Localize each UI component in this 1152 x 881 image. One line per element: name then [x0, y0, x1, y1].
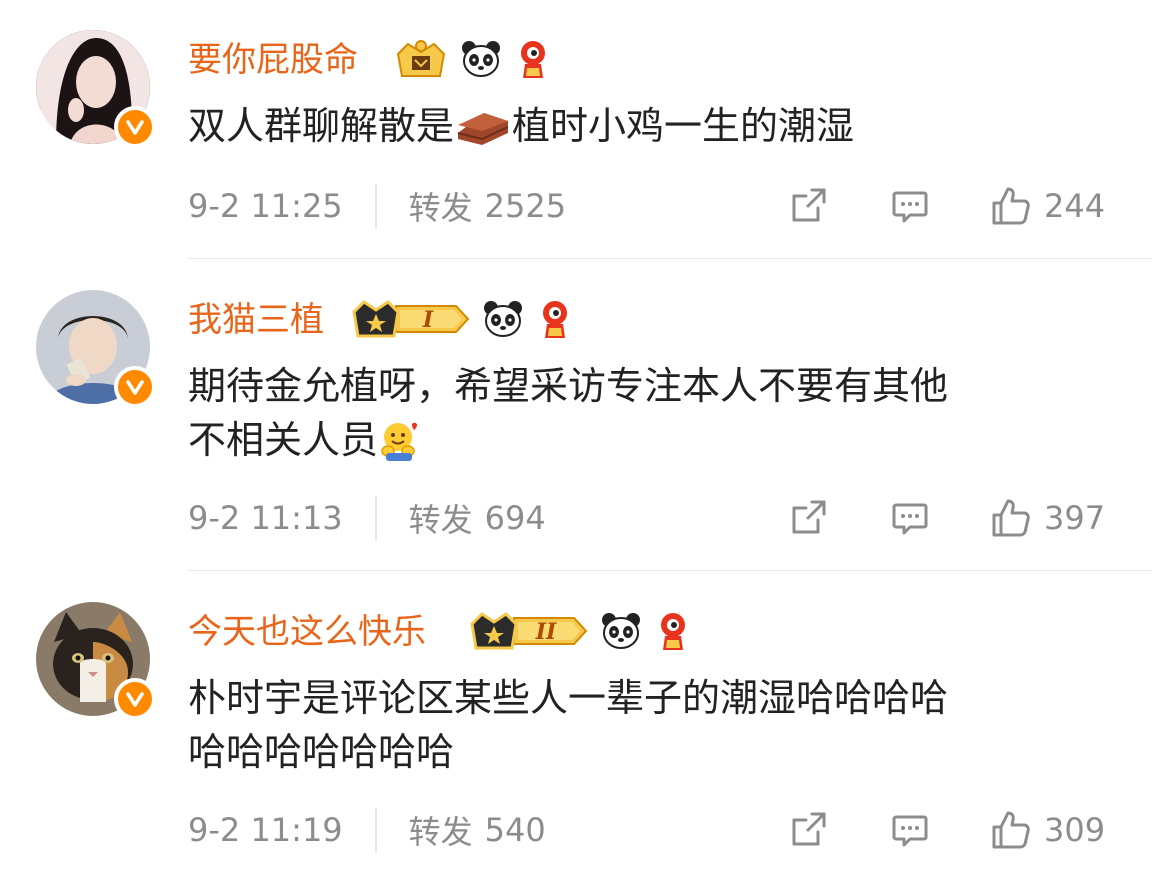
comment-meta: 9-2 11:25 转发 2525: [188, 184, 566, 228]
repost-label[interactable]: 转发: [409, 495, 473, 541]
timestamp: 9-2 11:13: [188, 499, 343, 537]
share-icon[interactable]: [788, 498, 828, 538]
comment-text: 双人群聊解散是 植时小鸡一生的潮湿: [188, 100, 1108, 160]
verified-badge-icon: [114, 106, 156, 148]
comment-text-line: 期待金允植呀，希望采访专注本人不要有其他: [188, 364, 949, 408]
username[interactable]: 今天也这么快乐: [188, 612, 426, 652]
like-count: 397: [1044, 499, 1106, 537]
comment-icon[interactable]: [890, 499, 930, 539]
timestamp: 9-2 11:19: [188, 811, 343, 849]
comment-item: 要你屁股命 双人群聊解散是 植时小鸡一生的潮湿 9-2 11:25 转发 252…: [0, 0, 1152, 260]
comment-text: 期待金允植呀，希望采访专注本人不要有其他 不相关人员: [188, 360, 1108, 474]
repost-label[interactable]: 转发: [409, 183, 473, 229]
comment-text-part: 双人群聊解散是: [188, 104, 455, 148]
comment-meta: 9-2 11:13 转发 694: [188, 496, 546, 540]
username[interactable]: 我猫三植: [188, 300, 324, 340]
comment-text-line: 朴时宇是评论区某些人一辈子的潮湿哈哈哈哈: [188, 676, 949, 720]
comment-icon[interactable]: [890, 811, 930, 851]
like-count: 244: [1044, 187, 1106, 225]
fire-mascot-icon: [661, 613, 685, 650]
hug-emoji: [378, 419, 420, 474]
panda-icon: [602, 613, 640, 649]
like-button[interactable]: 309: [990, 808, 1105, 852]
like-button[interactable]: 397: [990, 496, 1105, 540]
crown-level-text: I: [422, 307, 434, 333]
crown-level-text: II: [535, 619, 557, 645]
verified-badge-icon: [114, 678, 156, 720]
username[interactable]: 要你屁股命: [188, 40, 358, 80]
timestamp: 9-2 11:25: [188, 187, 343, 225]
comment-icon[interactable]: [890, 187, 930, 227]
crown-level-badge[interactable]: I: [352, 296, 472, 342]
user-badges: [392, 36, 554, 82]
share-icon[interactable]: [788, 186, 828, 226]
avatar-wrapper[interactable]: [36, 290, 156, 408]
comment-item: 今天也这么快乐 II 朴时宇是评论区某些人一辈子的潮湿哈哈哈哈 哈哈哈哈哈哈哈 …: [0, 572, 1152, 881]
thumbs-up-icon[interactable]: [990, 497, 1032, 539]
divider: [374, 808, 377, 852]
like-count: 309: [1044, 811, 1106, 849]
crown-badge[interactable]: [392, 36, 450, 82]
user-badges: I: [352, 296, 576, 342]
thumbs-up-icon[interactable]: [990, 185, 1032, 227]
fire-mascot-icon: [543, 301, 567, 338]
panda-icon: [484, 301, 522, 337]
comment-divider: [188, 258, 1152, 259]
avatar-wrapper[interactable]: [36, 602, 156, 720]
panda-icon: [462, 41, 500, 77]
thumbs-up-icon[interactable]: [990, 809, 1032, 851]
brick-emoji: [454, 107, 512, 160]
comment-meta: 9-2 11:19 转发 540: [188, 808, 546, 852]
like-button[interactable]: 244: [990, 184, 1105, 228]
repost-count: 2525: [484, 187, 567, 225]
divider: [374, 496, 377, 540]
crown-level-badge[interactable]: II: [470, 608, 590, 654]
comment-text-line: 哈哈哈哈哈哈哈: [188, 730, 455, 774]
fire-mascot-icon: [521, 41, 545, 78]
user-badges: II: [470, 608, 694, 654]
divider: [374, 184, 377, 228]
repost-label[interactable]: 转发: [409, 807, 473, 853]
comment-item: 我猫三植 I 期待金允植呀，希望采访专注本人不要有其他 不相关人员 9-2 11…: [0, 260, 1152, 570]
verified-badge-icon: [114, 366, 156, 408]
comment-text: 朴时宇是评论区某些人一辈子的潮湿哈哈哈哈 哈哈哈哈哈哈哈: [188, 672, 1108, 778]
share-icon[interactable]: [788, 810, 828, 850]
avatar-wrapper[interactable]: [36, 30, 156, 148]
comment-text-line: 不相关人员: [188, 418, 379, 462]
repost-count: 694: [484, 499, 546, 537]
comment-divider: [188, 570, 1152, 571]
repost-count: 540: [484, 811, 546, 849]
comment-text-part: 植时小鸡一生的潮湿: [512, 104, 855, 148]
